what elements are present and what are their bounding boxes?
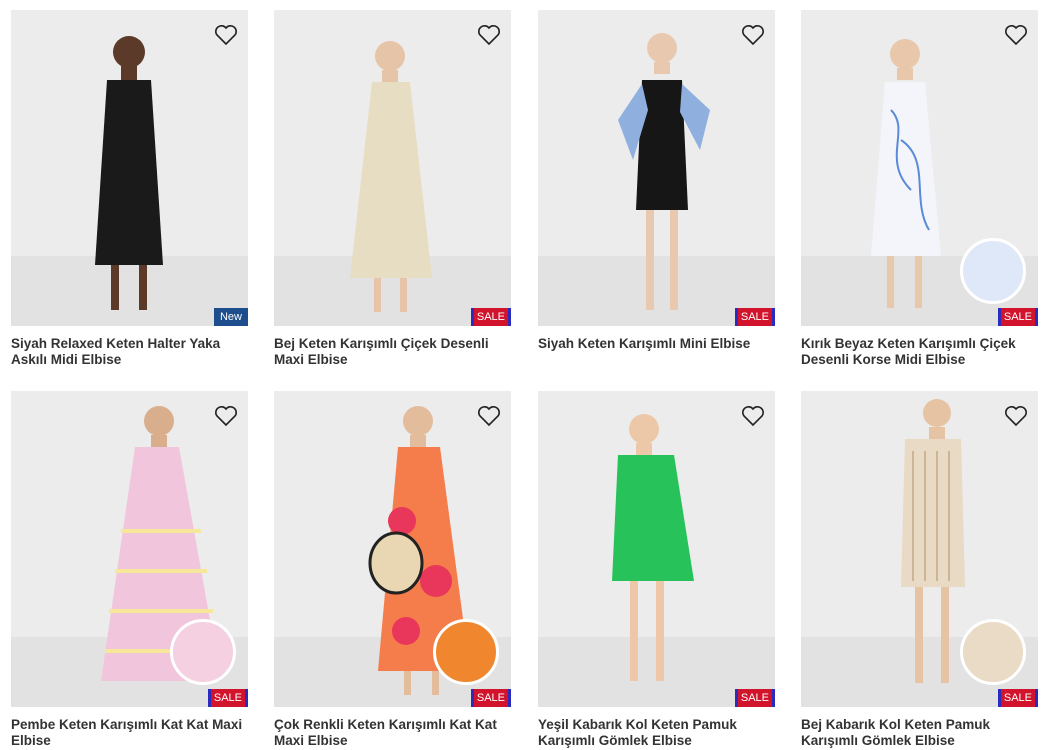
fabric-swatch[interactable] [960,238,1026,304]
product-title[interactable]: Siyah Keten Karışımlı Mini Elbise [538,336,775,352]
product-card[interactable]: SALE Pembe Keten Karışımlı Kat Kat Maxi … [11,391,248,750]
product-card[interactable]: SALE Çok Renkli Keten Karışımlı Kat Kat … [274,391,511,750]
favorite-heart-icon[interactable] [214,24,238,46]
product-title[interactable]: Bej Kabarık Kol Keten Pamuk Karışımlı Gö… [801,717,1038,749]
model-figure [612,414,694,681]
product-card[interactable]: SALE Siyah Keten Karışımlı Mini Elbise [538,10,775,370]
sale-badge: SALE [997,308,1038,326]
favorite-heart-icon[interactable] [741,405,765,427]
favorite-heart-icon[interactable] [214,405,238,427]
product-image[interactable]: SALE [538,10,775,326]
sale-badge: SALE [207,689,248,707]
fabric-swatch[interactable] [170,619,236,685]
product-title[interactable]: Pembe Keten Karışımlı Kat Kat Maxi Elbis… [11,717,248,749]
model-figure [95,36,163,310]
product-image[interactable]: SALE [11,391,248,707]
sale-badge: SALE [734,308,775,326]
product-title[interactable]: Yeşil Kabarık Kol Keten Pamuk Karışımlı … [538,717,775,749]
sale-badge: SALE [734,689,775,707]
fabric-swatch[interactable] [433,619,499,685]
favorite-heart-icon[interactable] [1004,24,1028,46]
fabric-swatch[interactable] [960,619,1026,685]
product-card[interactable]: New Siyah Relaxed Keten Halter Yaka Askı… [11,10,248,370]
new-badge: New [213,308,248,326]
sale-badge: SALE [470,689,511,707]
product-title[interactable]: Çok Renkli Keten Karışımlı Kat Kat Maxi … [274,717,511,749]
product-title[interactable]: Bej Keten Karışımlı Çiçek Desenli Maxi E… [274,336,511,368]
product-image[interactable]: SALE [801,10,1038,326]
product-image[interactable]: SALE [274,10,511,326]
model-figure [618,33,710,310]
product-image[interactable]: SALE [274,391,511,707]
sale-badge: SALE [997,689,1038,707]
product-title[interactable]: Siyah Relaxed Keten Halter Yaka Askılı M… [11,336,248,368]
product-card[interactable]: SALE Bej Keten Karışımlı Çiçek Desenli M… [274,10,511,370]
favorite-heart-icon[interactable] [1004,405,1028,427]
favorite-heart-icon[interactable] [741,24,765,46]
product-card[interactable]: SALE Kırık Beyaz Keten Karışımlı Çiçek D… [801,10,1038,370]
product-image[interactable]: SALE [538,391,775,707]
product-card[interactable]: SALE Bej Kabarık Kol Keten Pamuk Karışım… [801,391,1038,750]
product-image[interactable]: New [11,10,248,326]
product-title[interactable]: Kırık Beyaz Keten Karışımlı Çiçek Desenl… [801,336,1038,368]
product-card[interactable]: SALE Yeşil Kabarık Kol Keten Pamuk Karış… [538,391,775,750]
model-figure [350,41,432,312]
sale-badge: SALE [470,308,511,326]
favorite-heart-icon[interactable] [477,24,501,46]
product-image[interactable]: SALE [801,391,1038,707]
favorite-heart-icon[interactable] [477,405,501,427]
